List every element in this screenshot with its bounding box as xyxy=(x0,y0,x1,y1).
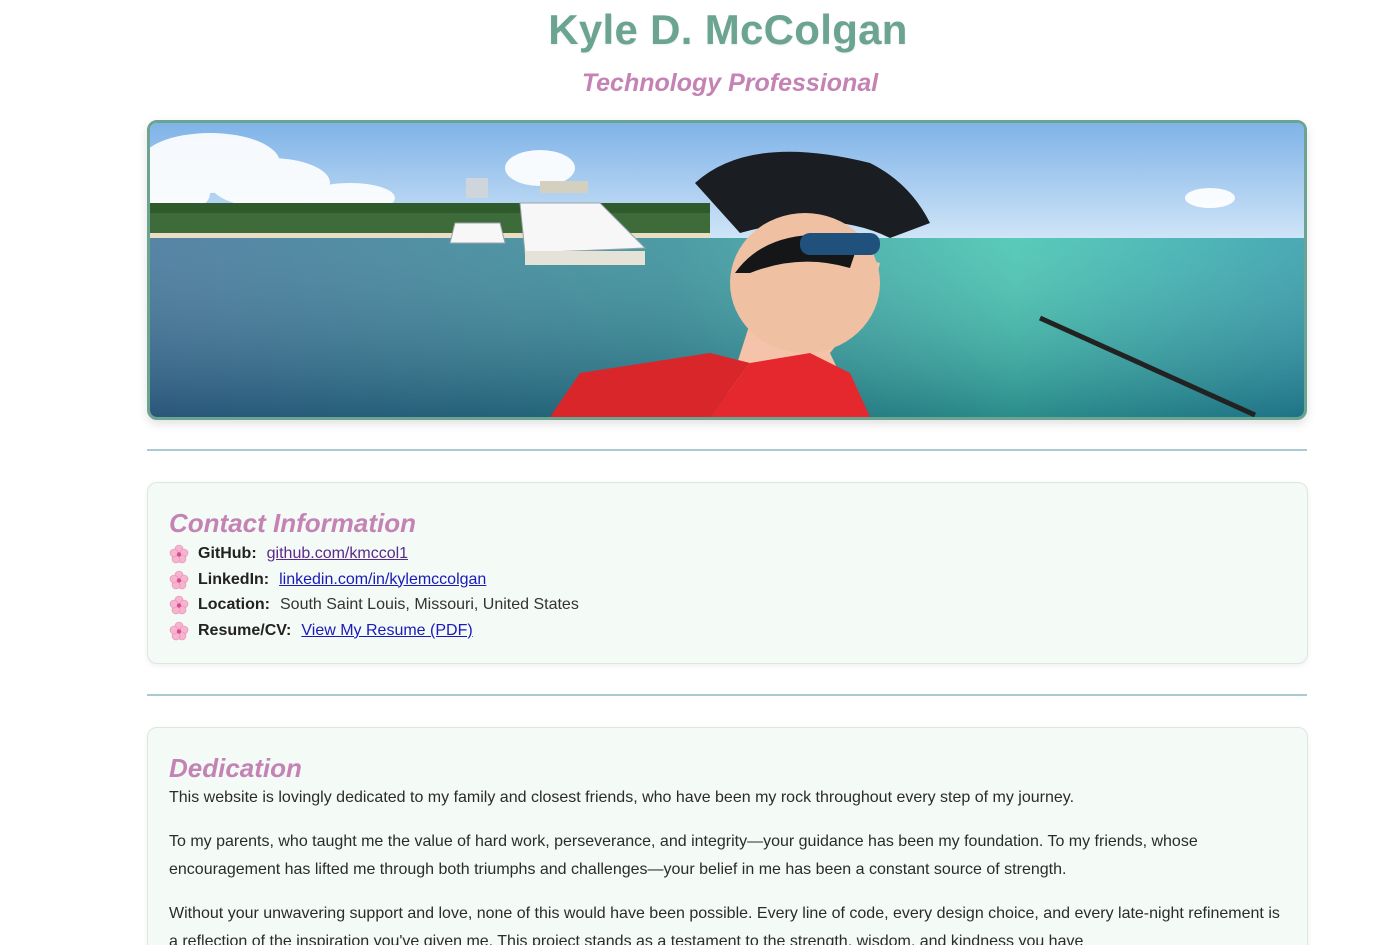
dedication-paragraph: This website is lovingly dedicated to my… xyxy=(169,789,1075,806)
page-header: Kyle D. McColgan Technology Professional xyxy=(0,0,1400,98)
contact-card: Contact Information GitHub: github.com/k… xyxy=(147,482,1308,664)
contact-label-linkedin: LinkedIn: xyxy=(198,570,270,588)
page: Kyle D. McColgan Technology Professional xyxy=(0,0,1400,945)
tagline: Technology Professional xyxy=(581,69,879,97)
section-divider xyxy=(147,694,1307,696)
contact-list: GitHub: github.com/kmccol1 LinkedIn: lin… xyxy=(169,541,1287,644)
contact-label-github: GitHub: xyxy=(198,544,257,562)
contact-label-resume: Resume/CV: xyxy=(198,621,292,639)
contact-item-resume: Resume/CV: View My Resume (PDF) xyxy=(169,618,1287,644)
cherry-blossom-icon xyxy=(169,621,189,641)
hero-photo xyxy=(147,120,1307,420)
contact-label-location: Location: xyxy=(198,596,270,614)
page-title: Kyle D. McColgan xyxy=(548,6,908,53)
dedication-paragraph: To my parents, who taught me the value o… xyxy=(169,833,1198,878)
linkedin-link[interactable]: linkedin.com/in/kylemccolgan xyxy=(279,571,486,589)
location-value: South Saint Louis, Missouri, United Stat… xyxy=(280,596,579,614)
dedication-paragraph: Without your unwavering support and love… xyxy=(169,905,1280,945)
github-link[interactable]: github.com/kmccol1 xyxy=(267,545,408,563)
dedication-card: Dedication This website is lovingly dedi… xyxy=(147,727,1308,945)
dedication-heading: Dedication xyxy=(169,753,302,783)
cherry-blossom-icon xyxy=(169,544,189,564)
beach-portrait-photo-icon xyxy=(150,123,1304,417)
cherry-blossom-icon xyxy=(169,595,189,615)
contact-item-location: Location: South Saint Louis, Missouri, U… xyxy=(169,592,1287,618)
resume-link[interactable]: View My Resume (PDF) xyxy=(301,622,472,640)
contact-item-linkedin: LinkedIn: linkedin.com/in/kylemccolgan xyxy=(169,567,1287,593)
contact-heading: Contact Information xyxy=(169,508,416,538)
contact-item-github: GitHub: github.com/kmccol1 xyxy=(169,541,1287,567)
cherry-blossom-icon xyxy=(169,570,189,589)
section-divider xyxy=(147,449,1307,451)
